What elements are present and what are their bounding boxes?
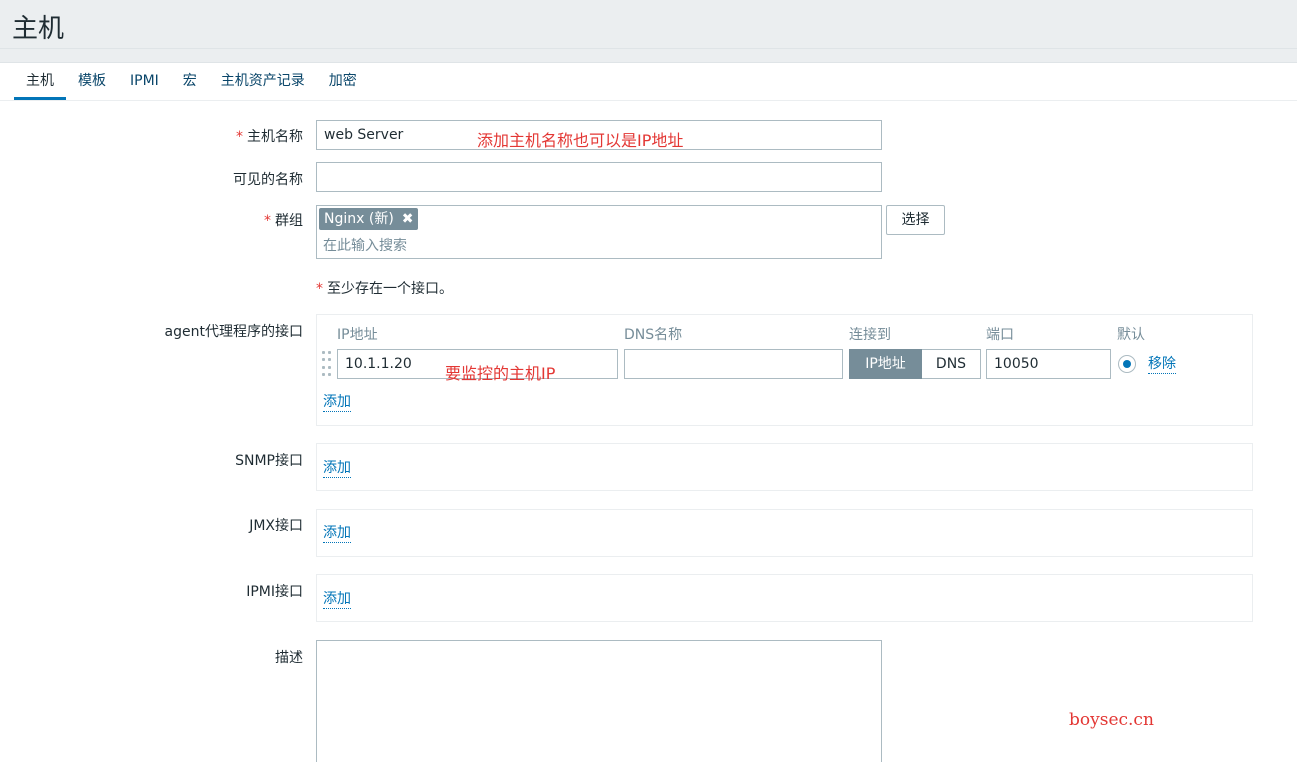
required-mark: * [236, 129, 243, 145]
select-button[interactable]: 选择 [886, 205, 945, 235]
col-default-header: 默认 [1117, 327, 1145, 343]
jmx-interfaces-box [316, 509, 1253, 557]
required-mark: * [316, 281, 323, 297]
col-dns-header: DNS名称 [624, 327, 683, 343]
snmp-add-link[interactable]: 添加 [323, 459, 351, 478]
connect-ip-button[interactable]: IP地址 [849, 349, 922, 379]
watermark: boysec.cn [1069, 710, 1154, 730]
ipmi-interfaces-box [316, 574, 1253, 622]
snmp-interfaces-label: SNMP接口 [235, 453, 303, 469]
tab-bar: 主机 模板 IPMI 宏 主机资产记录 加密 [14, 62, 369, 100]
col-ip-header: IP地址 [337, 327, 378, 343]
page-title: 主机 [12, 14, 65, 44]
visible-name-label: 可见的名称 [233, 172, 303, 188]
ipmi-interfaces-label: IPMI接口 [246, 584, 303, 600]
connect-to-toggle: IP地址 DNS [849, 349, 981, 379]
tab-host[interactable]: 主机 [14, 62, 66, 100]
required-mark: * [264, 213, 271, 229]
jmx-add-link[interactable]: 添加 [323, 524, 351, 543]
jmx-interfaces-label: JMX接口 [249, 518, 303, 534]
tab-macros[interactable]: 宏 [171, 62, 209, 100]
connect-dns-button[interactable]: DNS [922, 349, 981, 379]
group-chip-label: Nginx (新) [324, 211, 394, 227]
groups-search-placeholder[interactable]: 在此输入搜索 [323, 235, 407, 255]
snmp-interfaces-box [316, 443, 1253, 491]
ipmi-add-link[interactable]: 添加 [323, 590, 351, 609]
tabs-divider [0, 100, 1297, 101]
default-radio[interactable] [1118, 355, 1136, 373]
groups-label: * 群组 [264, 213, 303, 229]
title-divider [0, 48, 1297, 49]
agent-port-input[interactable] [986, 349, 1111, 379]
agent-dns-input[interactable] [624, 349, 843, 379]
tab-inventory[interactable]: 主机资产记录 [209, 62, 317, 100]
tab-templates[interactable]: 模板 [66, 62, 118, 100]
tab-ipmi[interactable]: IPMI [118, 62, 171, 100]
col-port-header: 端口 [986, 327, 1014, 343]
host-name-label: * 主机名称 [236, 129, 303, 145]
remove-interface-link[interactable]: 移除 [1148, 355, 1176, 374]
chip-remove-icon[interactable]: ✖ [402, 208, 414, 230]
tab-encryption[interactable]: 加密 [317, 62, 369, 100]
agent-interfaces-label: agent代理程序的接口 [164, 324, 303, 340]
description-label: 描述 [275, 650, 303, 666]
agent-add-link[interactable]: 添加 [323, 393, 351, 412]
col-connect-header: 连接到 [849, 327, 891, 343]
group-chip: Nginx (新) ✖ [319, 208, 418, 230]
agent-ip-annotation: 要监控的主机IP [445, 364, 556, 383]
interface-note: * 至少存在一个接口。 [316, 281, 453, 297]
visible-name-input[interactable] [316, 162, 882, 192]
description-textarea[interactable] [316, 640, 882, 762]
host-name-annotation: 添加主机名称也可以是IP地址 [477, 131, 684, 150]
drag-handle-icon[interactable] [322, 351, 332, 377]
